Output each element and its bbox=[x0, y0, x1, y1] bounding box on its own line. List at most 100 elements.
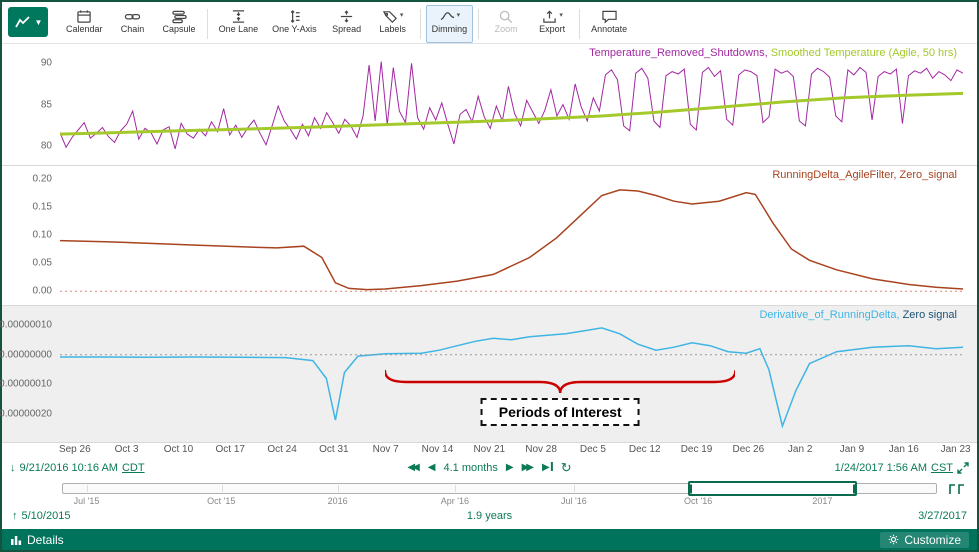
step-forward-button[interactable]: ▶ bbox=[506, 463, 514, 473]
x-axis-label: Nov 21 bbox=[473, 444, 505, 455]
chevron-down-icon: ▾ bbox=[457, 12, 461, 20]
y-tick-label: 0.00 bbox=[33, 286, 52, 297]
lane-derivative: 0.000000100.00000000-0.00000010-0.000000… bbox=[2, 306, 977, 443]
x-axis-label: Oct 24 bbox=[267, 444, 296, 455]
toolbar-button-one-lane[interactable]: One Lane bbox=[213, 5, 265, 43]
x-axis-label: Dec 5 bbox=[580, 444, 606, 455]
step-back-button[interactable]: ◀ bbox=[428, 463, 436, 473]
calendar-icon bbox=[76, 9, 93, 24]
x-axis-label: Dec 19 bbox=[681, 444, 713, 455]
toolbar-button-label: Annotate bbox=[591, 24, 627, 34]
spread-icon bbox=[338, 9, 355, 24]
y-tick-label: 0.05 bbox=[33, 258, 52, 269]
refresh-icon[interactable]: ↻ bbox=[561, 463, 572, 473]
periods-brace bbox=[385, 369, 735, 395]
one-lane-icon bbox=[230, 9, 247, 24]
chevron-down-icon: ▼ bbox=[35, 18, 43, 27]
one-y-axis-icon bbox=[286, 9, 303, 24]
toolbar-button-zoom: Zoom bbox=[484, 5, 528, 43]
x-axis-label: Jan 9 bbox=[840, 444, 864, 455]
legend-item: Derivative_of_RunningDelta, bbox=[759, 309, 902, 321]
lane-legend: RunningDelta_AgileFilter, Zero_signal bbox=[772, 169, 957, 181]
toolbar-separator bbox=[579, 9, 580, 39]
display-range-row: ↓ 9/21/2016 10:16 AM CDT ◀◀ ◀ 4.1 months… bbox=[2, 458, 977, 477]
x-axis-label: Oct 17 bbox=[216, 444, 245, 455]
timeline-label: Oct '16 bbox=[684, 496, 712, 506]
arrow-up-icon: ↑ bbox=[12, 510, 18, 522]
bar-chart-icon bbox=[10, 534, 22, 545]
timezone-link[interactable]: CDT bbox=[122, 462, 145, 474]
timeline-label: 2017 bbox=[812, 496, 832, 506]
toolbar-button-export[interactable]: ▾ Export bbox=[530, 5, 574, 43]
timeline-label: Jul '16 bbox=[561, 496, 587, 506]
toolbar-button-one-y-axis[interactable]: One Y-Axis bbox=[266, 5, 323, 43]
display-end-timestamp[interactable]: 1/24/2017 1:56 AM bbox=[835, 462, 927, 474]
toolbar-button-labels[interactable]: ▾ Labels bbox=[371, 5, 415, 43]
timeline-track[interactable] bbox=[62, 483, 937, 494]
range-navigation: ◀◀ ◀ 4.1 months ▶ ▶▶ ▶ ↻ bbox=[407, 462, 571, 474]
toolbar-button-label: Spread bbox=[332, 24, 361, 34]
status-bar: Details Customize bbox=[2, 529, 977, 550]
investigate-range-start[interactable]: ↑ 5/10/2015 bbox=[12, 510, 70, 522]
toolbar-button-label: Labels bbox=[379, 24, 406, 34]
investigate-range-end[interactable]: 3/27/2017 bbox=[918, 510, 967, 522]
x-axis-label: Jan 23 bbox=[941, 444, 971, 455]
display-duration-label[interactable]: 4.1 months bbox=[443, 462, 497, 474]
lane-legend: Temperature_Removed_Shutdowns, Smoothed … bbox=[589, 47, 957, 59]
lane-legend: Derivative_of_RunningDelta, Zero signal bbox=[759, 309, 957, 321]
y-tick-label: 0.00000000 bbox=[0, 349, 52, 360]
y-axis: 0.200.150.100.050.00 bbox=[2, 166, 58, 305]
y-tick-label: 80 bbox=[41, 140, 52, 151]
timeline-label: 2016 bbox=[328, 496, 348, 506]
dimming-icon bbox=[439, 9, 456, 24]
timeline-label: Jul '15 bbox=[74, 496, 100, 506]
customize-button[interactable]: Customize bbox=[880, 532, 969, 548]
end-bar-icon bbox=[551, 462, 553, 471]
annotate-icon bbox=[601, 9, 618, 24]
lane-temperature: 908580 Temperature_Removed_Shutdowns, Sm… bbox=[2, 44, 977, 166]
toolbar-button-calendar[interactable]: Calendar bbox=[60, 5, 109, 43]
display-start-timestamp[interactable]: 9/21/2016 10:16 AM bbox=[20, 462, 118, 474]
lane-plot[interactable] bbox=[60, 44, 963, 165]
trend-view-button[interactable]: ▼ bbox=[8, 7, 48, 37]
workbench-window: ▼ Calendar Chain Capsule One Lane bbox=[0, 0, 979, 552]
details-label: Details bbox=[27, 533, 64, 547]
timeline-tick bbox=[87, 485, 88, 492]
step-forward-fast-button[interactable]: ▶▶ bbox=[522, 463, 531, 473]
y-tick-label: 0.20 bbox=[33, 173, 52, 184]
periods-of-interest-label: Periods of Interest bbox=[481, 398, 640, 426]
full-range-icon[interactable] bbox=[947, 481, 967, 497]
toolbar-button-capsule[interactable]: Capsule bbox=[157, 5, 202, 43]
toolbar-button-chain[interactable]: Chain bbox=[111, 5, 155, 43]
toolbar-button-label: Capsule bbox=[163, 24, 196, 34]
toolbar-button-dimming[interactable]: ▾ Dimming bbox=[426, 5, 474, 43]
y-tick-label: -0.00000020 bbox=[0, 409, 52, 420]
x-axis-label: Jan 2 bbox=[788, 444, 812, 455]
x-axis-label: Oct 10 bbox=[164, 444, 193, 455]
toolbar-button-label: Zoom bbox=[495, 24, 518, 34]
x-axis-label: Dec 12 bbox=[629, 444, 661, 455]
toolbar-button-spread[interactable]: Spread bbox=[325, 5, 369, 43]
toolbar-button-label: One Y-Axis bbox=[272, 24, 317, 34]
details-button[interactable]: Details bbox=[10, 533, 64, 547]
y-axis: 0.000000100.00000000-0.00000010-0.000000… bbox=[2, 306, 58, 442]
timeline-tick bbox=[338, 485, 339, 492]
step-back-fast-button[interactable]: ◀◀ bbox=[407, 463, 416, 473]
toolbar-button-annotate[interactable]: Annotate bbox=[585, 5, 633, 43]
expand-range-icon[interactable] bbox=[957, 462, 969, 474]
display-range-start[interactable]: ↓ 9/21/2016 10:16 AM CDT bbox=[10, 462, 145, 474]
investigate-start-date[interactable]: 5/10/2015 bbox=[22, 510, 71, 522]
step-to-end-button[interactable]: ▶ bbox=[542, 462, 553, 473]
timeline-tick bbox=[455, 485, 456, 492]
export-icon bbox=[541, 9, 558, 24]
lane-plot[interactable] bbox=[60, 166, 963, 305]
customize-label: Customize bbox=[904, 533, 961, 547]
timeline-label: Apr '16 bbox=[441, 496, 469, 506]
investigate-range-duration: 1.9 years bbox=[467, 510, 512, 522]
timeline-label: Oct '15 bbox=[207, 496, 235, 506]
legend-item: RunningDelta_AgileFilter, bbox=[772, 169, 899, 181]
timezone-link[interactable]: CST bbox=[931, 462, 953, 474]
display-range-end[interactable]: 1/24/2017 1:56 AM CST bbox=[835, 462, 969, 474]
timeline-scrubber: Jul '15 Oct '15 2016 Apr '16 Jul '16 Oct '16 2… bbox=[62, 483, 937, 507]
x-axis-label: Oct 31 bbox=[319, 444, 348, 455]
